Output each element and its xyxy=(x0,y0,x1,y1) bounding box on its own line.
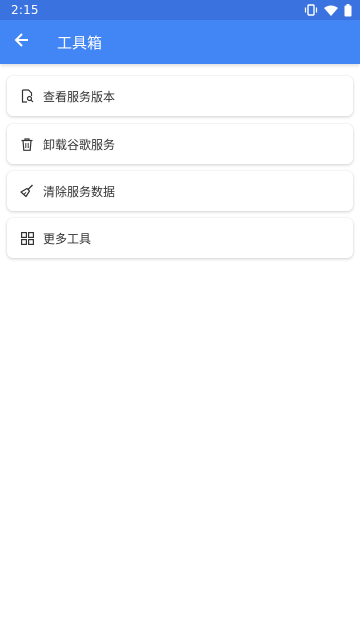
grid-icon xyxy=(19,230,35,246)
card-label: 更多工具 xyxy=(43,231,92,246)
more-tools-item[interactable]: 更多工具 xyxy=(7,218,353,258)
status-time: 2:15 xyxy=(11,3,39,17)
card-label: 清除服务数据 xyxy=(43,184,116,199)
arrow-left-icon xyxy=(14,32,30,52)
battery-icon xyxy=(344,3,352,17)
uninstall-google-services-item[interactable]: 卸载谷歌服务 xyxy=(7,124,353,164)
trash-icon xyxy=(19,136,35,152)
back-button[interactable] xyxy=(0,20,44,64)
card-label: 查看服务版本 xyxy=(43,89,116,104)
page-title: 工具箱 xyxy=(57,33,103,52)
status-icons xyxy=(304,0,352,20)
app-bar: 工具箱 xyxy=(0,20,360,64)
card-label: 卸载谷歌服务 xyxy=(43,137,116,152)
status-bar: 2:15 xyxy=(0,0,360,20)
vibrate-icon xyxy=(304,4,318,16)
wifi-icon xyxy=(324,5,338,16)
clear-service-data-item[interactable]: 清除服务数据 xyxy=(7,171,353,211)
view-service-version-item[interactable]: 查看服务版本 xyxy=(7,76,353,116)
broom-icon xyxy=(19,183,35,199)
file-search-icon xyxy=(19,88,35,104)
